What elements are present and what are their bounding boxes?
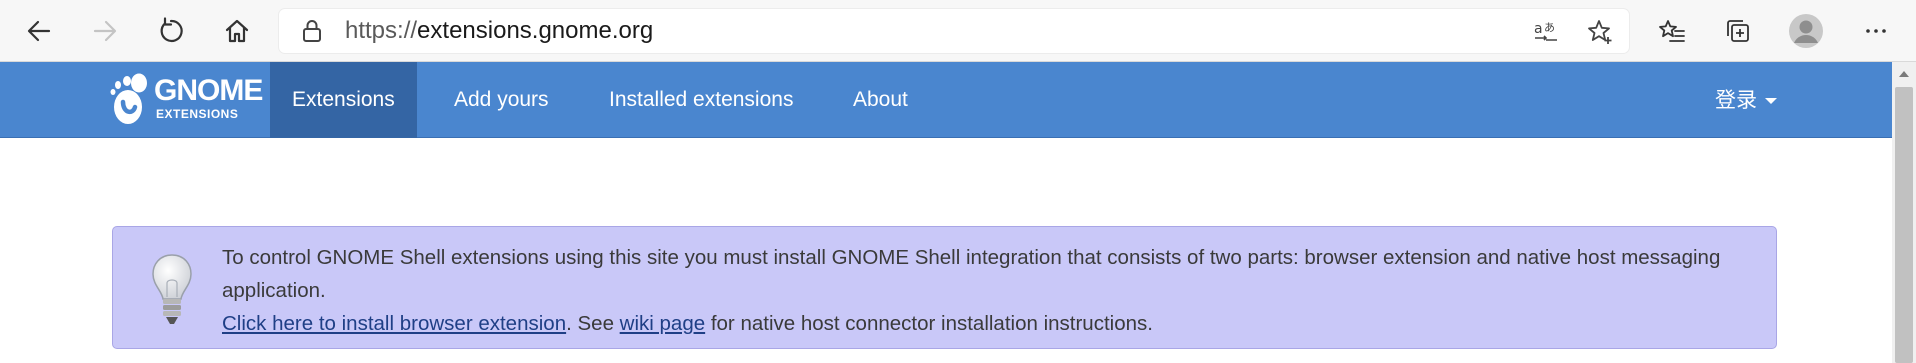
caret-down-icon	[1765, 98, 1777, 104]
gnome-extensions-logo[interactable]: GNOME EXTENSIONS	[108, 71, 263, 127]
wiki-page-link[interactable]: wiki page	[620, 312, 705, 335]
back-button[interactable]	[17, 9, 61, 53]
site-navbar: GNOME EXTENSIONS Extensions Add yours In…	[0, 62, 1892, 138]
nav-extensions[interactable]: Extensions	[270, 62, 417, 138]
back-arrow-icon	[27, 20, 51, 42]
browser-toolbar: https://extensions.gnome.org a あ	[0, 0, 1916, 62]
profile-avatar-icon	[1789, 14, 1823, 48]
nav-about[interactable]: About	[831, 62, 930, 138]
logo-name: GNOME	[154, 74, 263, 107]
scroll-up-arrow-icon[interactable]	[1899, 71, 1909, 77]
profile-button[interactable]	[1784, 9, 1828, 53]
forward-button[interactable]	[83, 9, 127, 53]
nav-add-yours[interactable]: Add yours	[432, 62, 571, 138]
page-scrollbar[interactable]	[1892, 62, 1916, 363]
scrollbar-thumb[interactable]	[1895, 87, 1913, 363]
collections-icon	[1727, 20, 1749, 42]
install-browser-extension-link[interactable]: Click here to install browser extension	[222, 312, 566, 335]
login-dropdown[interactable]: 登录	[1715, 62, 1777, 138]
banner-main-text: To control GNOME Shell extensions using …	[222, 246, 1721, 302]
login-label: 登录	[1715, 88, 1757, 112]
forward-arrow-icon	[93, 20, 117, 42]
home-button[interactable]	[215, 9, 259, 53]
url-host: extensions.gnome.org	[417, 17, 654, 44]
star-add-icon[interactable]	[1586, 18, 1614, 46]
more-dots-icon	[1866, 29, 1886, 33]
gnome-foot-icon	[110, 73, 147, 124]
url-text[interactable]: https://extensions.gnome.org	[345, 9, 653, 53]
refresh-button[interactable]	[149, 9, 193, 53]
translate-icon[interactable]: a あ	[1532, 18, 1560, 46]
banner-message: To control GNOME Shell extensions using …	[222, 241, 1762, 340]
home-icon	[225, 19, 249, 43]
url-protocol: https://	[345, 17, 418, 44]
lightbulb-icon	[152, 254, 192, 324]
svg-text:a: a	[1534, 21, 1543, 37]
favorites-button[interactable]	[1650, 9, 1694, 53]
logo-subtitle: EXTENSIONS	[156, 107, 239, 121]
favorites-list-icon	[1659, 20, 1685, 42]
refresh-icon	[160, 17, 183, 43]
banner-see-text: . See	[566, 312, 620, 335]
lock-icon[interactable]	[299, 18, 325, 44]
svg-text:あ: あ	[1544, 21, 1555, 34]
more-button[interactable]	[1854, 9, 1898, 53]
integration-info-banner: To control GNOME Shell extensions using …	[112, 226, 1777, 349]
collections-button[interactable]	[1716, 9, 1760, 53]
banner-after-text: for native host connector installation i…	[705, 312, 1153, 335]
nav-installed-extensions[interactable]: Installed extensions	[587, 62, 815, 138]
address-bar[interactable]: https://extensions.gnome.org a あ	[279, 9, 1629, 53]
